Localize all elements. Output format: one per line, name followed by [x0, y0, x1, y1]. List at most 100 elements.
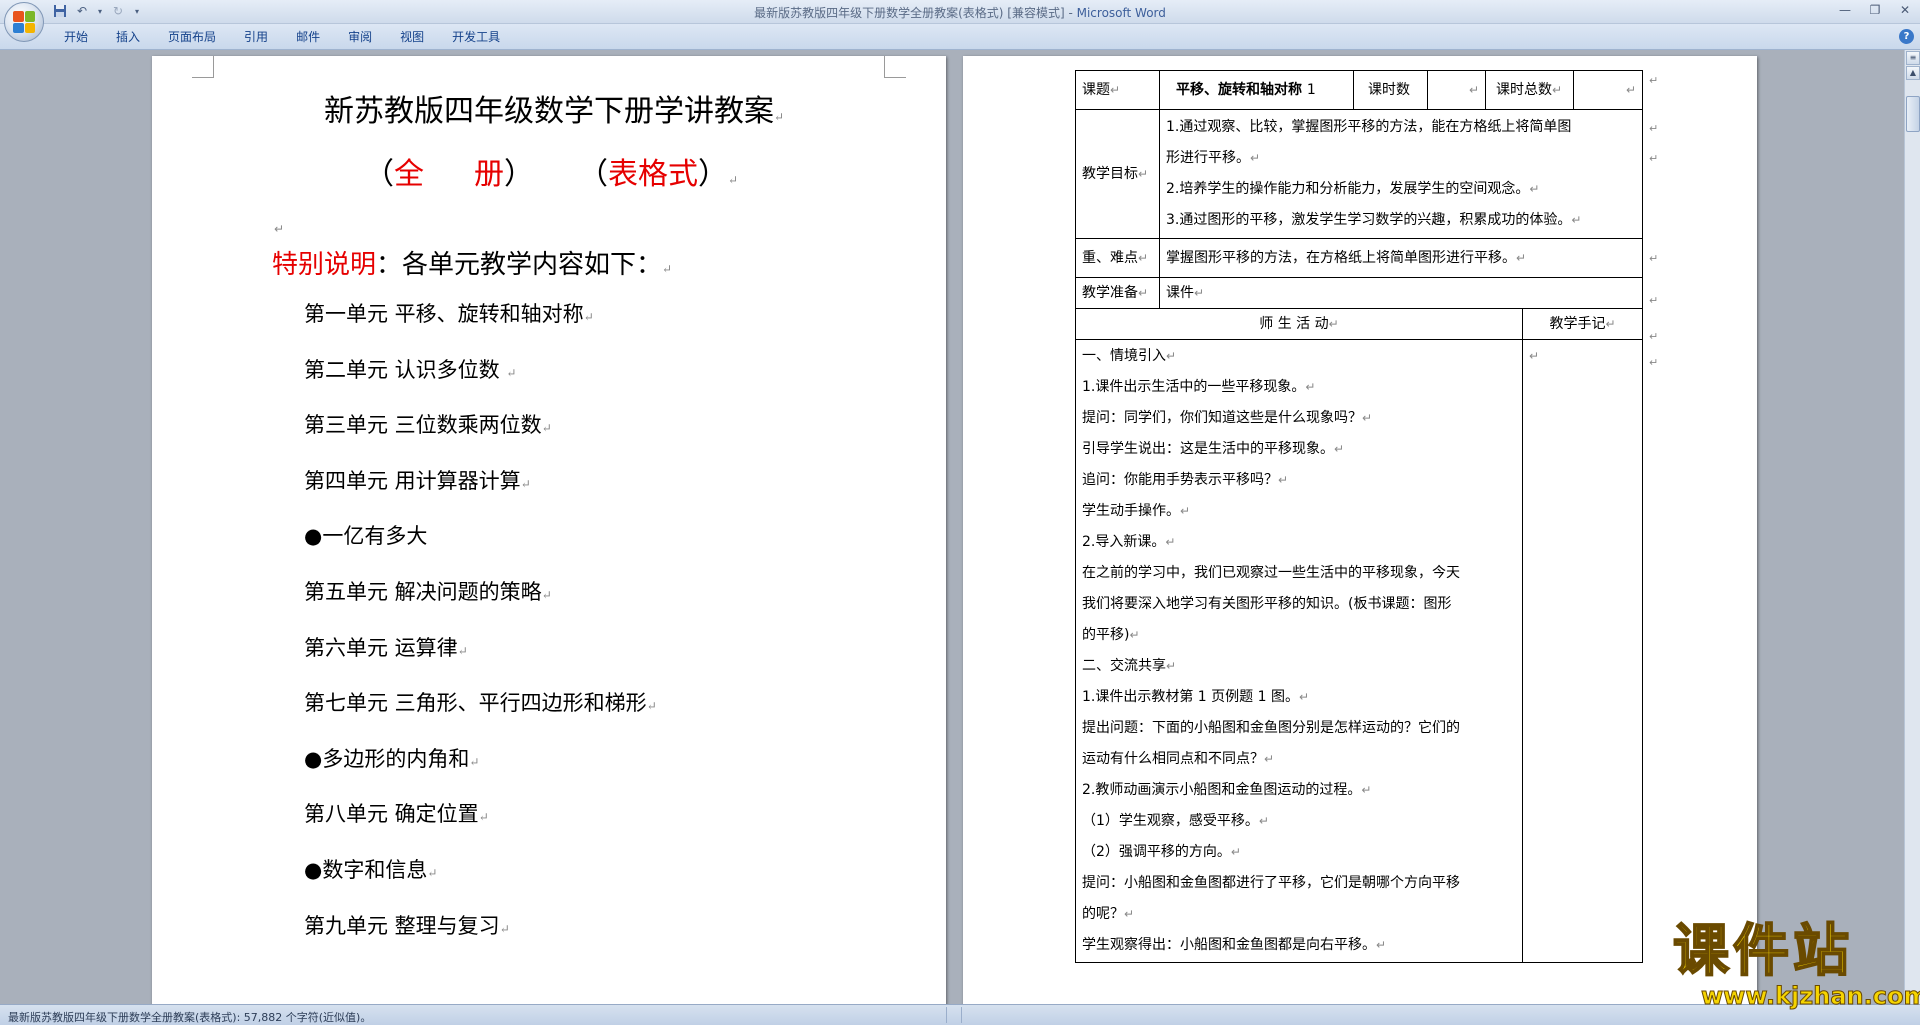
- goals-cell: 1.通过观察、比较，掌握图形平移的方法，能在方格纸上将简单图 形进行平移。↵ 2…: [1160, 110, 1642, 238]
- activity-line: 追问：你能用手势表示平移吗？↵: [1082, 472, 1289, 488]
- special-note-text: ：各单元教学内容如下：: [376, 250, 663, 280]
- list-item: 第四单元 用计算器计算↵: [304, 468, 531, 493]
- total-hours-value-cell: ↵: [1625, 83, 1636, 97]
- topic-cell: 平移、旋转和轴对称 1: [1160, 71, 1354, 109]
- table-row: 一、情境引入↵ 1.课件出示生活中的一些平移现象。↵ 提问：同学们，你们知道这些…: [1076, 340, 1642, 962]
- help-icon[interactable]: ?: [1899, 29, 1914, 44]
- tab-review[interactable]: 审阅: [334, 29, 386, 45]
- tab-view[interactable]: 视图: [386, 29, 438, 45]
- activity-line: 引导学生说出：这是生活中的平移现象。↵: [1082, 441, 1345, 457]
- scroll-up-icon[interactable]: ▲: [1906, 66, 1920, 80]
- activity-line: 学生动手操作。↵: [1082, 503, 1191, 519]
- tab-home[interactable]: 开始: [50, 29, 102, 45]
- row-end-mark-icon: ↵: [1649, 74, 1659, 87]
- subtitle-ce: 册: [474, 157, 504, 192]
- notes-cell: ↵: [1529, 349, 1540, 363]
- list-item: 第七单元 三角形、平行四边形和梯形↵: [304, 691, 657, 716]
- tab-page-layout[interactable]: 页面布局: [154, 29, 230, 45]
- paragraph-mark-icon: ↵: [469, 754, 480, 769]
- watermark-main-text: 课件站: [1672, 919, 1853, 985]
- ruler-toggle-icon[interactable]: ≡: [1906, 51, 1920, 65]
- page-2[interactable]: 课题↵ 平移、旋转和轴对称 1 课时数 ↵ 课时总数↵ ↵ 教学目标 ↵ 1.通过…: [963, 56, 1757, 1004]
- vertical-scrollbar[interactable]: ≡ ▲: [1904, 50, 1920, 1004]
- list-item: 第一单元 平移、旋转和轴对称↵: [304, 302, 594, 326]
- special-note: 特别说明：各单元教学内容如下：↵: [272, 244, 672, 281]
- document-name: 最新版苏教版四年级下册数学全册教案(表格式) [兼容模式]: [754, 6, 1065, 20]
- ribbon: 开始 插入 页面布局 引用 邮件 审阅 视图 开发工具 ?: [0, 24, 1920, 50]
- list-item: 第八单元 确定位置↵: [304, 802, 489, 827]
- tab-developer[interactable]: 开发工具: [438, 29, 514, 45]
- activity-cell: 一、情境引入↵ 1.课件出示生活中的一些平移现象。↵ 提问：同学们，你们知道这些…: [1076, 340, 1523, 962]
- paragraph-mark-icon: ↵: [427, 865, 438, 880]
- tab-references[interactable]: 引用: [230, 29, 282, 45]
- activity-line: 我们将要深入地学习有关图形平移的知识。(板书课题：图形: [1082, 596, 1452, 612]
- minimize-icon[interactable]: —: [1830, 0, 1860, 20]
- activity-line: 一、情境引入↵: [1082, 348, 1177, 364]
- subtitle-biaogeshi: 表格式: [608, 157, 698, 192]
- document-workspace[interactable]: 新苏教版四年级数学下册学讲教案↵ （全 册） （表格式）↵ ↵ 特别说明：各单元教学…: [0, 50, 1900, 1004]
- goal-line: 形进行平移。↵: [1166, 150, 1261, 166]
- list-item: 第六单元 运算律↵: [304, 635, 468, 660]
- list-item: ●多边形的内角和↵: [304, 746, 480, 771]
- activity-line: 运动有什么相同点和不同点？↵: [1082, 751, 1275, 767]
- paragraph-mark-icon: ↵: [457, 643, 468, 658]
- document-title-text: 新苏教版四年级数学下册学讲教案: [323, 94, 774, 129]
- paragraph-mark-icon: ↵: [662, 262, 673, 276]
- activity-header-cell: 师 生 活 动↵: [1076, 309, 1523, 339]
- list-item: 第二单元 认识多位数 ↵: [304, 357, 517, 382]
- tab-insert[interactable]: 插入: [102, 29, 154, 45]
- list-item: 第九单元 整理与复习↵: [304, 913, 510, 938]
- activity-line: （2）强调平移的方向。↵: [1082, 844, 1241, 860]
- unit-list: 第一单元 平移、旋转和轴对称↵ 第二单元 认识多位数 ↵ 第三单元 三位数乘两位…: [304, 299, 657, 966]
- paragraph-mark-icon: ↵: [478, 810, 489, 825]
- status-bar: 最新版苏教版四年级下册数学全册教案(表格式): 57,882 个字符(近似值)。: [0, 1004, 1920, 1025]
- list-item: 第三单元 三位数乘两位数↵: [304, 413, 552, 438]
- activity-line: （1）学生观察，感受平移。↵: [1082, 813, 1269, 829]
- paragraph-mark-icon: ↵: [583, 310, 594, 324]
- activity-line: 1.课件出示教材第 1 页例题 1 图。↵: [1082, 689, 1310, 705]
- table-row: 师 生 活 动↵ 教学手记↵: [1076, 309, 1642, 340]
- watermark-logo: 课件站 www.kjzhan.com: [1665, 919, 1920, 1011]
- key-points-label-cell: 重、难点↵: [1076, 239, 1160, 277]
- row-end-mark-icon: ↵: [1649, 122, 1659, 135]
- app-name: Microsoft Word: [1076, 6, 1166, 20]
- activity-line: 2.导入新课。↵: [1082, 534, 1176, 550]
- lesson-plan-table: 课题↵ 平移、旋转和轴对称 1 课时数 ↵ 课时总数↵ ↵ 教学目标 ↵ 1.通过…: [1075, 70, 1643, 963]
- watermark-url-text: www.kjzhan.com: [1700, 982, 1920, 1011]
- paragraph-mark-icon: ↵: [499, 921, 510, 936]
- activity-line: 提问：小船图和金鱼图都进行了平移，它们是朝哪个方向平移: [1082, 875, 1460, 891]
- paragraph-mark-icon: ↵: [646, 699, 657, 714]
- paragraph-mark-icon: ↵: [773, 110, 785, 124]
- activity-line: 在之前的学习中，我们已观察过一些生活中的平移现象，今天: [1082, 565, 1460, 581]
- list-item: ●数字和信息↵: [304, 857, 438, 882]
- topic-label-cell: 课题↵: [1076, 71, 1160, 109]
- table-row: 教学目标 ↵ 1.通过观察、比较，掌握图形平移的方法，能在方格纸上将简单图 形进行…: [1076, 110, 1642, 239]
- scrollbar-thumb[interactable]: [1906, 96, 1920, 132]
- tab-mailings[interactable]: 邮件: [282, 29, 334, 45]
- key-points-cell: 掌握图形平移的方法，在方格纸上将简单图形进行平移。↵: [1166, 250, 1527, 266]
- prep-label-cell: 教学准备↵: [1076, 278, 1160, 308]
- window-controls: — ❐ ✕: [1830, 0, 1920, 20]
- maximize-icon[interactable]: ❐: [1860, 0, 1890, 20]
- notes-header-cell: 教学手记↵: [1549, 316, 1616, 332]
- ribbon-tabs: 开始 插入 页面布局 引用 邮件 审阅 视图 开发工具: [50, 29, 514, 45]
- row-end-mark-icon: ↵: [1649, 356, 1659, 369]
- hours-value-cell: ↵: [1428, 71, 1486, 109]
- close-icon[interactable]: ✕: [1890, 0, 1920, 20]
- page-1[interactable]: 新苏教版四年级数学下册学讲教案↵ （全 册） （表格式）↵ ↵ 特别说明：各单元教学…: [152, 56, 946, 1004]
- office-logo-icon: [13, 11, 35, 33]
- table-row: 教学准备↵ 课件↵: [1076, 278, 1642, 309]
- row-end-mark-icon: ↵: [1649, 294, 1659, 307]
- subtitle-paren-close: ）: [504, 157, 534, 192]
- status-divider: [946, 1007, 947, 1023]
- paragraph-mark-icon: ↵: [520, 476, 531, 491]
- total-hours-label-cell: 课时总数↵: [1486, 71, 1574, 109]
- list-item: 第五单元 解决问题的策略↵: [304, 579, 552, 604]
- goal-line: 1.通过观察、比较，掌握图形平移的方法，能在方格纸上将简单图: [1166, 119, 1572, 135]
- activity-line: 提出问题：下面的小船图和金鱼图分别是怎样运动的？它们的: [1082, 720, 1460, 736]
- margin-corner-mark: [884, 56, 906, 78]
- goals-label-cell: 教学目标 ↵: [1076, 110, 1160, 238]
- special-note-label: 特别说明: [272, 250, 377, 280]
- row-end-mark-icon: ↵: [1649, 252, 1659, 265]
- office-button[interactable]: [4, 2, 44, 42]
